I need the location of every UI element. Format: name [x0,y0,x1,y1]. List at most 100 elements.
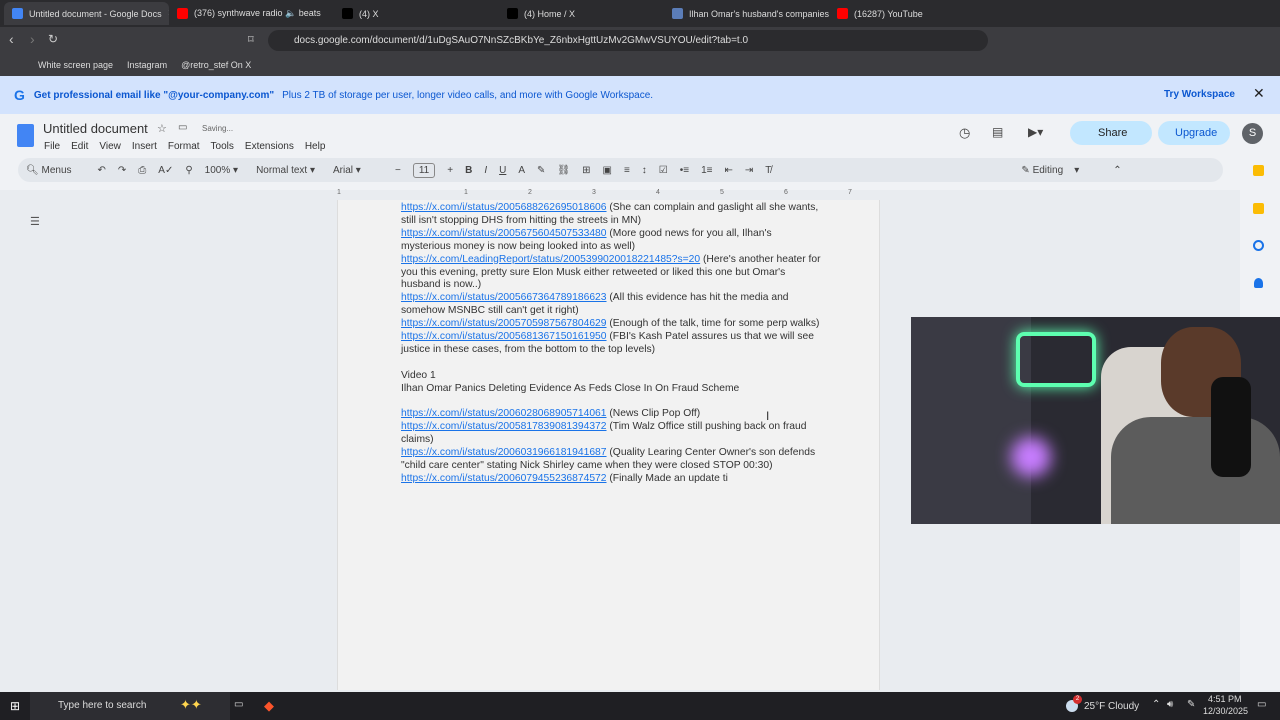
browser-tab[interactable]: (16287) YouTube [829,2,994,25]
checklist-icon[interactable]: ☑ [659,165,668,176]
text-color-icon[interactable]: A [518,165,525,176]
tray-chevron-icon[interactable]: ⌃ [1152,699,1160,710]
share-button[interactable]: Share [1070,121,1152,145]
docs-logo-icon[interactable] [17,124,34,147]
undo-icon[interactable]: ↶ [98,165,106,176]
print-icon[interactable]: ⎙ [138,165,146,176]
address-bar[interactable]: docs.google.com/document/d/1uDgSAuO7NnSZ… [268,30,988,51]
task-view-icon[interactable]: ▭ [234,699,243,710]
tweet-link[interactable]: https://x.com/i/status/20056813671501619… [401,331,607,342]
menu-item[interactable]: Extensions [245,141,294,152]
browser-tab[interactable]: (4) Home / X [499,2,664,25]
bold-icon[interactable]: B [465,165,472,176]
comment-icon[interactable]: ⊞ [582,165,590,176]
try-workspace-link[interactable]: Try Workspace [1164,89,1235,100]
browser-tab[interactable]: Ilhan Omar's husband's companies s [664,2,829,25]
keep-icon[interactable] [1253,203,1264,214]
tasks-icon[interactable] [1253,240,1264,251]
tweet-link[interactable]: https://x.com/i/status/20060319661819416… [401,447,607,458]
doc-paragraph[interactable]: https://x.com/LeadingReport/status/20053… [401,254,821,293]
menu-item[interactable]: View [99,141,121,152]
star-icon[interactable]: ☆ [157,122,167,135]
doc-paragraph[interactable]: https://x.com/i/status/20056756045075334… [401,228,821,254]
menu-item[interactable]: Format [168,141,200,152]
doc-paragraph[interactable]: Ilhan Omar Panics Deleting Evidence As F… [401,383,821,396]
editing-mode[interactable]: ✎ Editing ▾ [1021,165,1079,176]
italic-icon[interactable]: I [484,165,487,176]
browser-tab[interactable]: (376) synthwave radio 🔈 beats [169,2,334,25]
indent-increase-icon[interactable]: ⇥ [745,165,753,176]
increase-size-icon[interactable]: + [447,165,453,176]
tweet-link[interactable]: https://x.com/i/status/20056882626950186… [401,202,607,213]
doc-paragraph[interactable]: https://x.com/i/status/20058178390813943… [401,421,821,447]
brave-icon[interactable]: ◆ [264,698,274,714]
tweet-link[interactable]: https://x.com/LeadingReport/status/20053… [401,254,700,265]
bookmark-white-screen[interactable]: White screen page [38,60,113,70]
clear-format-icon[interactable]: T̸ [765,165,771,176]
tweet-link[interactable]: https://x.com/i/status/20060280689057140… [401,408,607,419]
doc-paragraph[interactable]: https://x.com/i/status/20056882626950186… [401,202,821,228]
numbered-list-icon[interactable]: 1≡ [701,165,712,176]
ruler[interactable]: 1 1 2 3 4 5 6 7 [337,188,880,200]
doc-title[interactable]: Untitled document [43,121,148,136]
tweet-link[interactable]: https://x.com/i/status/20058178390813943… [401,421,607,432]
back-icon[interactable]: ‹ [9,31,14,47]
align-icon[interactable]: ≡ [624,165,630,176]
font-select[interactable]: Arial ▾ [333,165,383,176]
highlight-icon[interactable]: ✎ [537,165,545,176]
doc-paragraph[interactable]: https://x.com/i/status/20060280689057140… [401,408,821,421]
volume-icon[interactable]: 🔊︎ [1167,699,1173,710]
redo-icon[interactable]: ↷ [118,165,126,176]
spellcheck-icon[interactable]: A✓ [158,165,173,176]
tweet-link[interactable]: https://x.com/i/status/20056756045075334… [401,228,607,239]
underline-icon[interactable]: U [499,165,506,176]
doc-paragraph[interactable]: https://x.com/i/status/20056673647891866… [401,292,821,318]
browser-tab[interactable]: Untitled document - Google Docs✕ [4,2,169,25]
reload-icon[interactable]: ↻ [48,32,58,46]
tweet-link[interactable]: https://x.com/i/status/20060794552368745… [401,473,607,484]
decrease-size-icon[interactable]: − [395,165,401,176]
menu-item[interactable]: Edit [71,141,88,152]
outline-icon[interactable]: ☰ [30,215,40,228]
forward-icon[interactable]: › [30,31,35,47]
line-spacing-icon[interactable]: ↕ [642,165,647,176]
menu-item[interactable]: Help [305,141,326,152]
notifications-icon[interactable]: ▭ [1257,699,1266,710]
indent-decrease-icon[interactable]: ⇤ [725,165,733,176]
clock-time[interactable]: 4:51 PM [1208,694,1242,704]
calendar-icon[interactable] [1253,165,1264,176]
bookmark-instagram[interactable]: Instagram [127,60,167,70]
weather-text[interactable]: 25°F Cloudy [1084,701,1139,712]
doc-paragraph[interactable]: https://x.com/i/status/20060319661819416… [401,447,821,473]
move-folder-icon[interactable]: ▭ [178,122,187,133]
link-icon[interactable]: ⛓ [557,165,570,176]
close-icon[interactable]: ✕ [1253,85,1265,102]
collapse-icon[interactable]: ⌃ [1113,165,1121,176]
browser-tab[interactable]: (4) X [334,2,499,25]
menu-item[interactable]: Tools [211,141,234,152]
doc-paragraph[interactable]: https://x.com/i/status/20060794552368745… [401,473,821,486]
doc-paragraph[interactable] [401,396,821,409]
font-size-input[interactable]: 11 [412,162,436,178]
doc-paragraph[interactable]: Video 1 [401,370,821,383]
avatar[interactable]: S [1242,123,1263,144]
zoom-select[interactable]: 100% ▾ [205,165,238,176]
menu-item[interactable]: File [44,141,60,152]
doc-paragraph[interactable]: https://x.com/i/status/20057059875678046… [401,318,821,331]
bookmark-retro-stef[interactable]: @retro_stef On X [181,60,251,70]
style-select[interactable]: Normal text ▾ [256,165,315,176]
tweet-link[interactable]: https://x.com/i/status/20057059875678046… [401,318,607,329]
comments-icon[interactable]: ▤ [992,125,1003,139]
search-menus[interactable]: 🔍︎ Menus [26,165,72,176]
tweet-link[interactable]: https://x.com/i/status/20056673647891866… [401,292,607,303]
windows-start-icon[interactable]: ⊞ [10,699,20,713]
menu-item[interactable]: Insert [132,141,157,152]
clock-date[interactable]: 12/30/2025 [1203,706,1248,716]
document-body[interactable]: https://x.com/i/status/20056882626950186… [401,202,821,486]
meet-icon[interactable]: ▶▾ [1028,125,1043,139]
history-icon[interactable]: ◷ [959,125,970,141]
network-icon[interactable]: ✎ [1187,699,1195,710]
bookmark-icon[interactable]: ⌑ [248,33,254,46]
contacts-icon[interactable] [1254,278,1263,288]
doc-paragraph[interactable]: https://x.com/i/status/20056813671501619… [401,331,821,357]
